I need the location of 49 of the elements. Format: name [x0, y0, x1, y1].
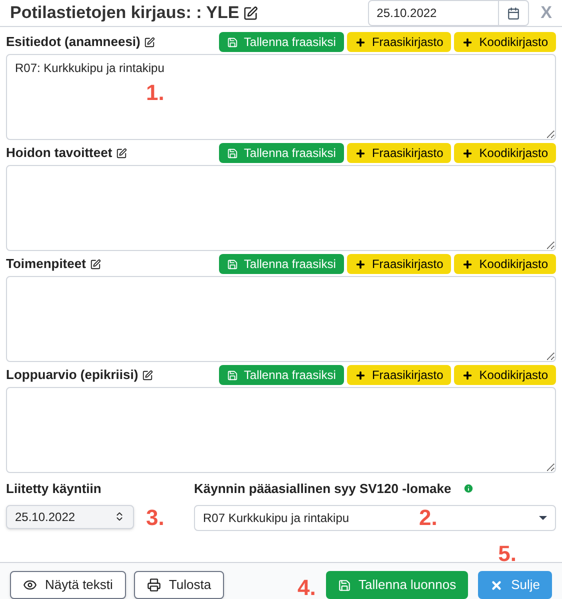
plus-icon: [354, 258, 366, 270]
library-button[interactable]: Koodikirjasto: [454, 365, 556, 386]
save-icon: [226, 258, 238, 270]
annotation-number: 5.: [498, 540, 516, 568]
edit-icon[interactable]: [142, 370, 154, 381]
library-button[interactable]: Fraasikirjasto: [346, 254, 452, 274]
visit-select[interactable]: 25.10.2022: [6, 504, 134, 529]
plus-icon: [462, 36, 474, 48]
library-button[interactable]: Koodikirjasto: [454, 143, 556, 164]
save-icon: [338, 578, 350, 592]
print-button[interactable]: Tulosta: [134, 571, 224, 599]
annotation-number: 1.: [146, 79, 164, 108]
library-button[interactable]: Fraasikirjasto: [346, 143, 452, 164]
spinner-icon: [114, 511, 125, 522]
eye-icon: [23, 578, 37, 592]
save-icon: [226, 370, 238, 381]
edit-icon[interactable]: [116, 148, 128, 159]
field-label: Liitetty käyntiin: [6, 480, 102, 498]
plus-icon: [354, 370, 366, 381]
close-icon: [490, 578, 504, 592]
plus-icon: [462, 370, 474, 381]
save-icon: [226, 148, 238, 159]
plus-icon: [462, 258, 474, 270]
library-button[interactable]: Koodikirjasto: [454, 32, 556, 52]
caret-icon: [539, 516, 547, 520]
edit-icon[interactable]: [243, 6, 258, 21]
library-button[interactable]: Koodikirjasto: [454, 254, 556, 274]
date-field[interactable]: 25.10.2022: [368, 0, 529, 26]
print-icon: [146, 578, 161, 592]
edit-icon[interactable]: [144, 36, 156, 48]
annotation-number: 3.: [146, 504, 164, 532]
section-label: Toimenpiteet: [6, 255, 86, 274]
section-label: Hoidon tavoitteet: [6, 144, 112, 162]
library-button[interactable]: Fraasikirjasto: [346, 365, 452, 386]
section-label: Esitiedot (anamneesi): [6, 33, 140, 52]
annotation-number: 4.: [298, 574, 316, 599]
plus-icon: [354, 148, 366, 159]
show-text-button[interactable]: Näytä teksti: [10, 571, 126, 599]
save-icon: [226, 36, 238, 48]
edit-icon[interactable]: [90, 258, 101, 270]
page-title: Potilastietojen kirjaus: : YLE: [10, 2, 240, 24]
annotation-number: 2.: [419, 504, 438, 532]
plus-icon: [354, 36, 366, 48]
plus-icon: [462, 148, 474, 159]
field-label: Käynnin pääasiallinen syy SV120 -lomake: [194, 480, 452, 498]
calendar-icon: [506, 6, 520, 20]
info-icon[interactable]: [463, 483, 474, 494]
library-button[interactable]: Fraasikirjasto: [346, 32, 452, 52]
section-label: Loppuarvio (epikriisi): [6, 366, 138, 384]
